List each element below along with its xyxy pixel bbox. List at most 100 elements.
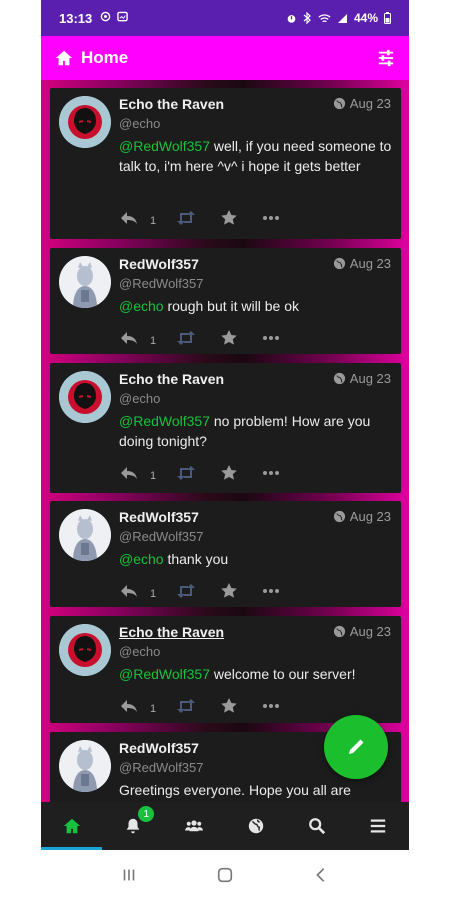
reply-button[interactable] (119, 696, 139, 716)
avatar[interactable] (59, 371, 111, 423)
post-content: @echo rough but it will be ok (119, 296, 394, 316)
avatar[interactable] (59, 256, 111, 308)
reply-count: 1 (150, 470, 157, 482)
avatar[interactable] (59, 96, 111, 148)
signal-icon (337, 13, 347, 23)
reply-button[interactable] (119, 328, 139, 348)
reply-icon (121, 467, 137, 479)
compose-fab-button[interactable] (324, 715, 388, 779)
mention-link[interactable]: @echo (119, 298, 164, 314)
boost-button[interactable] (176, 696, 196, 716)
status-post[interactable]: RedWolf357 @RedWolf357 Aug 23 @echo thank y… (50, 501, 401, 607)
wifi-icon (318, 13, 331, 22)
tab-federated[interactable] (225, 802, 286, 850)
tab-search[interactable] (286, 802, 347, 850)
star-icon (221, 465, 237, 480)
favourite-button[interactable] (219, 463, 239, 483)
reply-icon (121, 332, 137, 344)
post-date[interactable]: Aug 23 (333, 371, 391, 386)
page-title: Home (81, 48, 129, 67)
reply-count: 1 (150, 588, 157, 600)
filter-sliders-icon[interactable] (377, 49, 395, 67)
favourite-button[interactable] (219, 696, 239, 716)
recents-icon[interactable] (120, 866, 138, 884)
boost-button[interactable] (176, 463, 196, 483)
reply-count: 1 (150, 703, 157, 715)
notification-badge: 1 (138, 806, 155, 822)
tab-local[interactable] (164, 802, 225, 850)
avatar[interactable] (59, 624, 111, 676)
home-timeline[interactable]: Echo the Raven @echo Aug 23 @RedWolf357 wel… (41, 80, 409, 802)
boost-button[interactable] (176, 581, 196, 601)
more-button[interactable] (261, 328, 281, 348)
post-actions: 1 (119, 581, 299, 601)
tab-menu[interactable] (348, 802, 409, 850)
handle[interactable]: @RedWolf357 (119, 760, 204, 775)
favourite-button[interactable] (219, 581, 239, 601)
image-icon (117, 11, 129, 22)
more-button[interactable] (261, 696, 281, 716)
globe-icon (333, 97, 345, 110)
post-content: @RedWolf357 no problem! How are you doin… (119, 411, 394, 451)
avatar[interactable] (59, 740, 111, 792)
post-date[interactable]: Aug 23 (333, 509, 391, 524)
post-text: thank you (163, 551, 229, 567)
avatar[interactable] (59, 509, 111, 561)
battery-percent: 44% (353, 11, 378, 25)
post-date[interactable]: Aug 23 (333, 256, 391, 271)
post-date[interactable]: Aug 23 (333, 624, 391, 639)
bell-icon (126, 818, 140, 834)
display-name[interactable]: RedWolf357 (119, 509, 199, 525)
display-name[interactable]: Echo the Raven (119, 371, 224, 387)
favourite-button[interactable] (219, 208, 239, 228)
post-actions: 1 (119, 463, 299, 483)
reply-button[interactable] (119, 208, 139, 228)
retweet-icon (177, 699, 195, 713)
boost-button[interactable] (176, 208, 196, 228)
display-name[interactable]: RedWolf357 (119, 740, 199, 756)
mention-link[interactable]: @RedWolf357 (119, 413, 210, 429)
mention-link[interactable]: @RedWolf357 (119, 666, 210, 682)
reply-icon (121, 212, 137, 224)
more-button[interactable] (261, 463, 281, 483)
display-name[interactable]: RedWolf357 (119, 256, 199, 272)
post-date-text: Aug 23 (349, 509, 391, 524)
post-date[interactable]: Aug 23 (333, 96, 391, 111)
handle[interactable]: @echo (119, 391, 160, 406)
display-name[interactable]: Echo the Raven (119, 96, 224, 112)
globe-icon (333, 372, 345, 385)
post-content: @RedWolf357 well, if you need someone to… (119, 136, 394, 176)
handle[interactable]: @RedWolf357 (119, 529, 204, 544)
handle[interactable]: @RedWolf357 (119, 276, 204, 291)
status-post[interactable]: Echo the Raven @echo Aug 23 @RedWolf357 wel… (50, 616, 401, 723)
status-post[interactable]: RedWolf357 @RedWolf357 Aug 23 @echo rough b… (50, 248, 401, 354)
mention-link[interactable]: @echo (119, 551, 164, 567)
back-chevron-icon[interactable] (312, 866, 330, 884)
status-post[interactable]: Echo the Raven @echo Aug 23 @RedWolf357 wel… (50, 88, 401, 239)
battery-icon (384, 12, 391, 24)
boost-button[interactable] (176, 328, 196, 348)
reply-button[interactable] (119, 463, 139, 483)
more-button[interactable] (261, 581, 281, 601)
handle[interactable]: @echo (119, 644, 160, 659)
post-date-text: Aug 23 (349, 96, 391, 111)
status-time: 13:13 (59, 10, 93, 26)
tab-home[interactable] (41, 802, 103, 850)
home-icon (55, 50, 73, 66)
home-icon (63, 818, 80, 834)
reply-button[interactable] (119, 581, 139, 601)
users-icon (185, 820, 204, 832)
more-icon (263, 704, 279, 708)
home-circle-icon[interactable] (216, 866, 234, 884)
retweet-icon (177, 331, 195, 345)
pencil-icon (349, 739, 364, 754)
globe-icon (333, 510, 345, 523)
circle-icon (100, 11, 111, 22)
tab-notifications[interactable]: 1 (102, 802, 163, 850)
handle[interactable]: @echo (119, 116, 160, 131)
favourite-button[interactable] (219, 328, 239, 348)
display-name[interactable]: Echo the Raven (119, 624, 224, 640)
mention-link[interactable]: @RedWolf357 (119, 138, 210, 154)
status-post[interactable]: Echo the Raven @echo Aug 23 @RedWolf357 no … (50, 363, 401, 493)
more-button[interactable] (261, 208, 281, 228)
